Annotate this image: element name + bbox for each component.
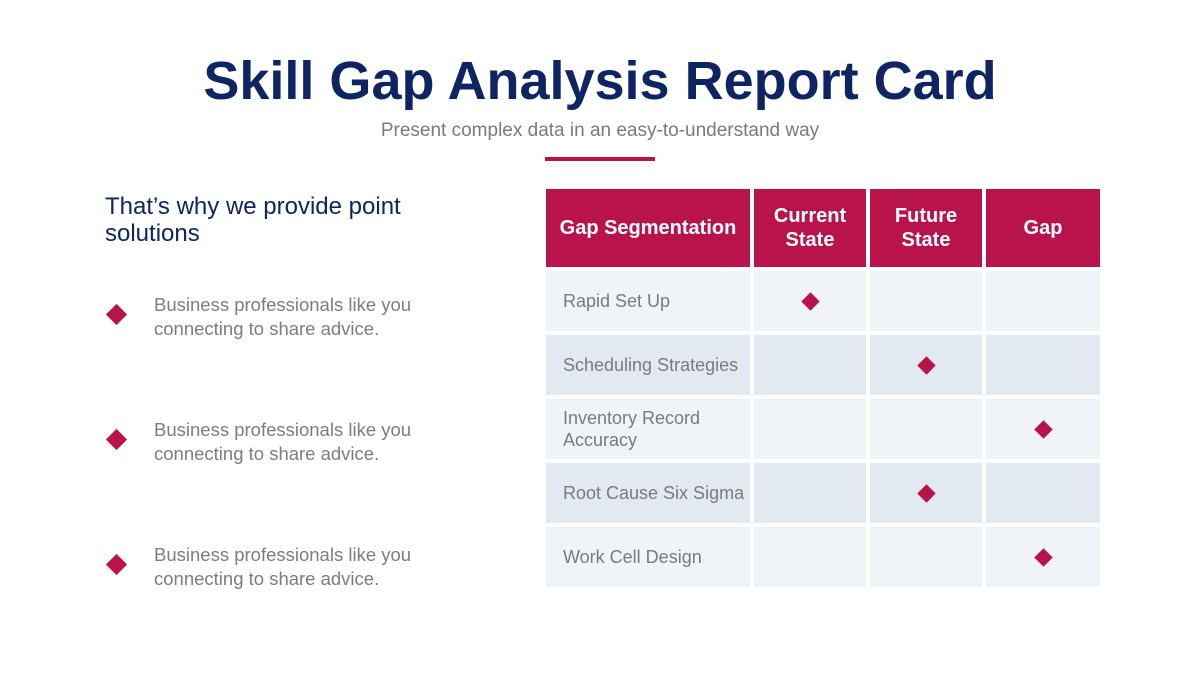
page-title: Skill Gap Analysis Report Card [203, 51, 997, 111]
table-row: Work Cell Design [546, 527, 1100, 587]
table-cell [870, 527, 982, 587]
table-cell [870, 335, 982, 395]
bullet-text: Business professionals like you connecti… [154, 544, 412, 589]
gap-table: Gap Segmentation Current State Future St… [546, 189, 1100, 591]
table-cell [986, 399, 1100, 459]
diamond-bullet-icon [105, 303, 128, 326]
bullet-text: Business professionals like you connecti… [154, 294, 412, 339]
diamond-marker-icon [1033, 547, 1053, 567]
diamond-marker-icon [1033, 419, 1053, 439]
header-gap: Gap [986, 189, 1100, 267]
row-label: Root Cause Six Sigma [546, 463, 750, 523]
table-cell [754, 399, 866, 459]
table-row: Scheduling Strategies [546, 335, 1100, 395]
table-row: Root Cause Six Sigma [546, 463, 1100, 523]
table-cell [754, 463, 866, 523]
header-future-state: Future State [870, 189, 982, 267]
table-cell [870, 399, 982, 459]
diamond-bullet-icon [105, 553, 128, 576]
row-label: Inventory Record Accuracy [546, 399, 750, 459]
diamond-bullet-icon [105, 428, 128, 451]
row-label: Work Cell Design [546, 527, 750, 587]
table-cell [986, 335, 1100, 395]
bullet-item: Business professionals like you connecti… [105, 418, 435, 478]
table-cell [754, 527, 866, 587]
table-cell [870, 463, 982, 523]
row-label: Scheduling Strategies [546, 335, 750, 395]
diamond-marker-icon [800, 291, 820, 311]
left-heading: That’s why we provide point solutions [105, 193, 401, 247]
table-cell [754, 271, 866, 331]
table-cell [986, 271, 1100, 331]
diamond-marker-icon [916, 483, 936, 503]
table-row: Rapid Set Up [546, 271, 1100, 331]
table-cell [986, 527, 1100, 587]
table-cell [754, 335, 866, 395]
table-row: Inventory Record Accuracy [546, 399, 1100, 459]
bullet-text: Business professionals like you connecti… [154, 419, 412, 464]
bullet-item: Business professionals like you connecti… [105, 293, 435, 353]
table-cell [986, 463, 1100, 523]
page-subtitle: Present complex data in an easy-to-under… [380, 120, 820, 141]
row-label: Rapid Set Up [546, 271, 750, 331]
table-cell [870, 271, 982, 331]
header-current-state: Current State [754, 189, 866, 267]
title-underline [545, 157, 655, 161]
header-gap-segmentation: Gap Segmentation [546, 189, 750, 267]
bullet-item: Business professionals like you connecti… [105, 543, 435, 603]
diamond-marker-icon [916, 355, 936, 375]
table-header-row: Gap Segmentation Current State Future St… [546, 189, 1100, 267]
